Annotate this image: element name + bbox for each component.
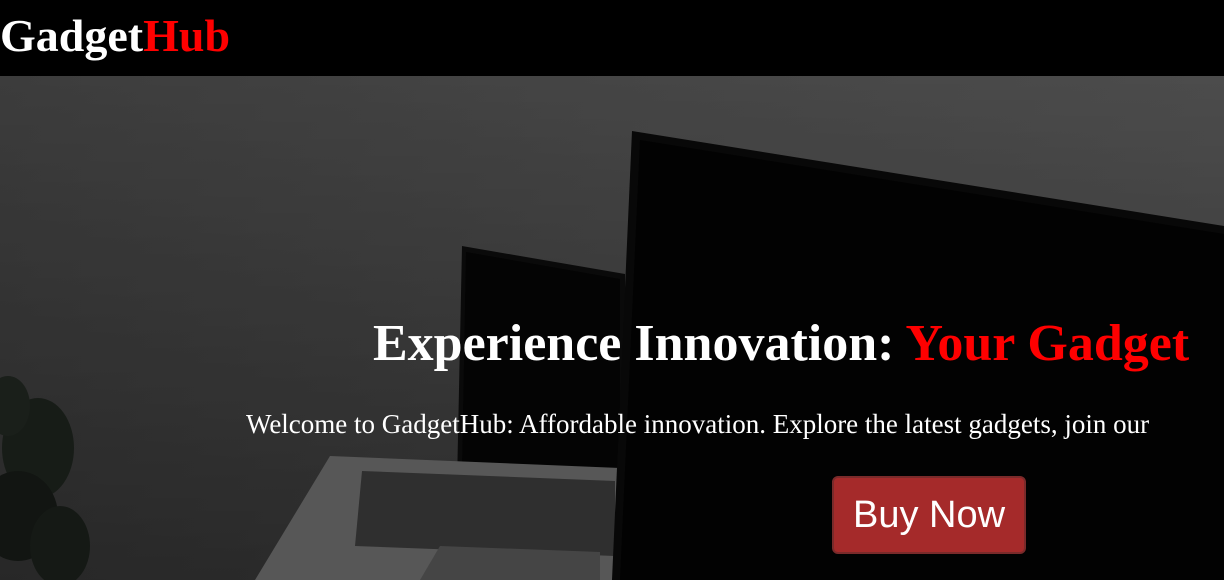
hero-subtitle: Welcome to GadgetHub: Affordable innovat… (246, 409, 1150, 439)
hero-section: Experience Innovation: Your Gadget Welco… (0, 76, 1224, 580)
hero-title-accent: Your Gadget (905, 315, 1190, 372)
buy-now-button[interactable]: Buy Now (832, 476, 1026, 554)
brand-name-part1: Gadget (0, 10, 144, 61)
hero-title-part1: Experience Innovation: (373, 315, 906, 372)
hero-title: Experience Innovation: Your Gadget (373, 314, 1189, 374)
brand-name-part2: Hub (143, 10, 231, 61)
brand-logo[interactable]: GadgetHub (0, 10, 230, 62)
page: GadgetHub Experience Innovation: Your Ga… (0, 0, 1224, 580)
navbar: GadgetHub (0, 0, 1224, 76)
